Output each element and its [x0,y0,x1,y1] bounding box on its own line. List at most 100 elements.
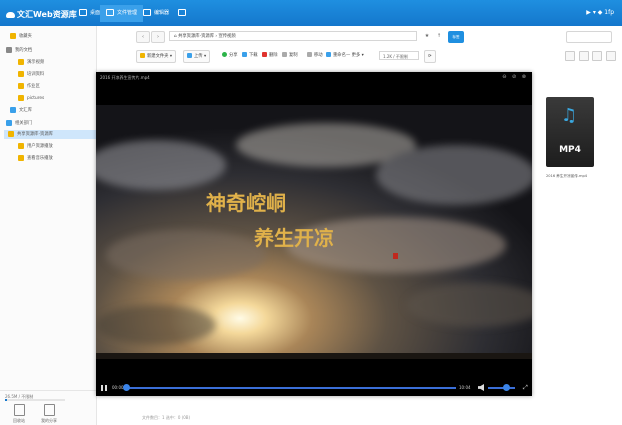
search-input[interactable] [566,31,612,43]
recycle-bin-button[interactable]: 回收站 [8,404,30,424]
volume-handle[interactable] [502,384,510,391]
move-icon [307,52,312,57]
sidebar-item-label: 培训资料 [27,72,45,77]
sidebar-item[interactable]: 相关部门 [6,119,32,128]
mp4-file-icon[interactable]: ♫ MP4 [546,97,594,167]
monitor-icon [79,9,87,16]
folder-plus-icon [140,53,145,58]
current-time: 00:00 [112,385,124,390]
status-bar: 文件数目：1 选中：0 (0B) [142,415,191,420]
overlay-title-line2: 养生开凉 [253,226,334,250]
video-player-window[interactable]: 2016 开凉养生宣传片.mp4 ⊖ ⊘ ⊗ 神奇崆峒 养生开凉 00:00 1… [96,72,532,396]
upload-icon [187,53,192,58]
sidebar-item[interactable]: 培训资料 [18,70,44,79]
sidebar-item-label: 文汇库 [19,108,32,113]
sidebar-item[interactable]: 作业区 [18,82,40,91]
sidebar-item-label: 查看音乐播放 [27,156,53,161]
sidebar-footer: 26.5M / 不限制 回收站 我的分享 [0,390,96,425]
group-icon [6,119,12,126]
sidebar-item[interactable]: 查看音乐播放 [18,154,53,163]
grid-icon [178,9,186,16]
my-share-button[interactable]: 我的分享 [38,404,60,424]
upload-button[interactable]: 上传 ▾ [183,50,211,63]
nav-grid[interactable] [172,5,195,22]
video-frame[interactable]: 神奇崆峒 养生开凉 [96,105,532,359]
copy-button[interactable]: 复制 [282,50,298,61]
delete-button[interactable]: 删除 [262,50,278,61]
folder-icon [18,58,24,65]
sidebar-item[interactable]: 共享资源库-资源库 [4,130,96,139]
sidebar-item-label: 共享资源库-资源库 [17,132,53,137]
breadcrumb[interactable]: ⌂ 共享资源库-资源库 › 宣传视频 [169,31,417,41]
capacity-indicator: 1.2K / 不限制 [379,51,419,60]
sidebar-item[interactable]: 收藏夹 [10,32,32,41]
sidebar-item-label: pictures [27,96,45,101]
video-scene: 神奇崆峒 养生开凉 [96,105,532,359]
settings-icon[interactable] [606,51,616,61]
sidebar-item-label: 演示视频 [27,60,45,65]
trash-icon [13,404,25,416]
toolbar: 新建文件夹 ▾ 上传 ▾ 分享 下载 删除 复制 移动 重命名 — 更多 ▾ 1… [136,50,620,63]
sidebar-item[interactable]: pictures [18,94,44,103]
star-icon [10,32,16,39]
download-button[interactable]: 下载 [242,50,258,61]
folder-icon [18,142,24,149]
share-icon [43,404,55,416]
address-bar: ‹ › ⌂ 共享资源库-资源库 › 宣传视频 ★ ↑ 标签 [136,31,614,43]
list-view-icon[interactable] [565,51,576,61]
quota-bar [5,399,65,401]
folder-icon [18,94,24,101]
seek-bar[interactable] [123,384,456,391]
cloud-icon [6,11,15,18]
sidebar-item[interactable]: 演示视频 [18,58,44,67]
folder-icon [106,9,114,16]
folder-icon [8,130,14,137]
player-controls: 00:00 10:04 ⤢ [96,380,532,396]
up-arrow-icon[interactable]: ↑ [434,31,444,41]
fullscreen-icon[interactable]: ⤢ [523,384,528,392]
folder-icon [18,82,24,89]
folder-icon [18,154,24,161]
total-time: 10:04 [459,385,471,390]
sidebar-item[interactable]: 用户资源播放 [18,142,53,151]
sidebar-item-label: 用户资源播放 [27,144,53,149]
volume-slider[interactable] [488,384,515,391]
favorite-star-icon[interactable]: ★ [422,31,432,41]
share-button[interactable]: 分享 [222,50,238,61]
new-folder-button[interactable]: 新建文件夹 ▾ [136,50,177,63]
volume-icon[interactable] [478,384,484,391]
overlay-title-line1: 神奇崆峒 [206,191,286,215]
sidebar-item-label: 我的文档 [15,48,33,53]
file-name[interactable]: 2016 养生开凉宣传.mp4 [546,174,608,179]
app-logo[interactable]: 文汇Web资源库 [6,9,77,20]
detail-view-icon[interactable] [592,51,603,61]
sidebar-item[interactable]: 我的文档 [6,46,32,55]
download-icon [242,52,247,57]
more-button[interactable]: — 更多 ▾ [346,50,364,61]
seek-handle[interactable] [123,384,130,391]
home-icon [6,46,12,53]
rename-button[interactable]: 重命名 [326,50,346,61]
sidebar-item-label: 收藏夹 [19,34,32,39]
rename-icon [326,52,331,57]
nav-editor[interactable]: 编辑器 [137,5,175,22]
sidebar-item[interactable]: 文汇库 [10,106,32,115]
copy-icon [282,52,287,57]
grid-view-icon[interactable] [578,51,589,61]
pause-icon[interactable] [101,385,107,391]
sidebar: 收藏夹我的文档演示视频培训资料作业区 pictures 文汇库相关部门共享资源库-资… [0,26,97,425]
view-mode-group [563,51,616,63]
move-button[interactable]: 移动 [307,50,323,61]
back-button[interactable]: ‹ [136,31,150,43]
tag-button[interactable]: 标签 [448,31,464,43]
forward-button[interactable]: › [151,31,165,43]
music-note-icon: ♫ [561,105,578,126]
user-menu[interactable]: ▶ ▾ ◆ 1fp [586,9,614,16]
delete-icon [262,52,267,57]
refresh-button[interactable]: ⟳ [424,50,436,63]
player-window-controls[interactable]: ⊖ ⊘ ⊗ [502,74,528,80]
player-title: 2016 开凉养生宣传片.mp4 [100,75,150,80]
sidebar-item-label: 相关部门 [15,121,33,126]
sidebar-item-label: 作业区 [27,84,40,89]
top-bar: 文汇Web资源库 桌面 文件管理 编辑器 ▶ ▾ ◆ 1fp [0,0,622,26]
